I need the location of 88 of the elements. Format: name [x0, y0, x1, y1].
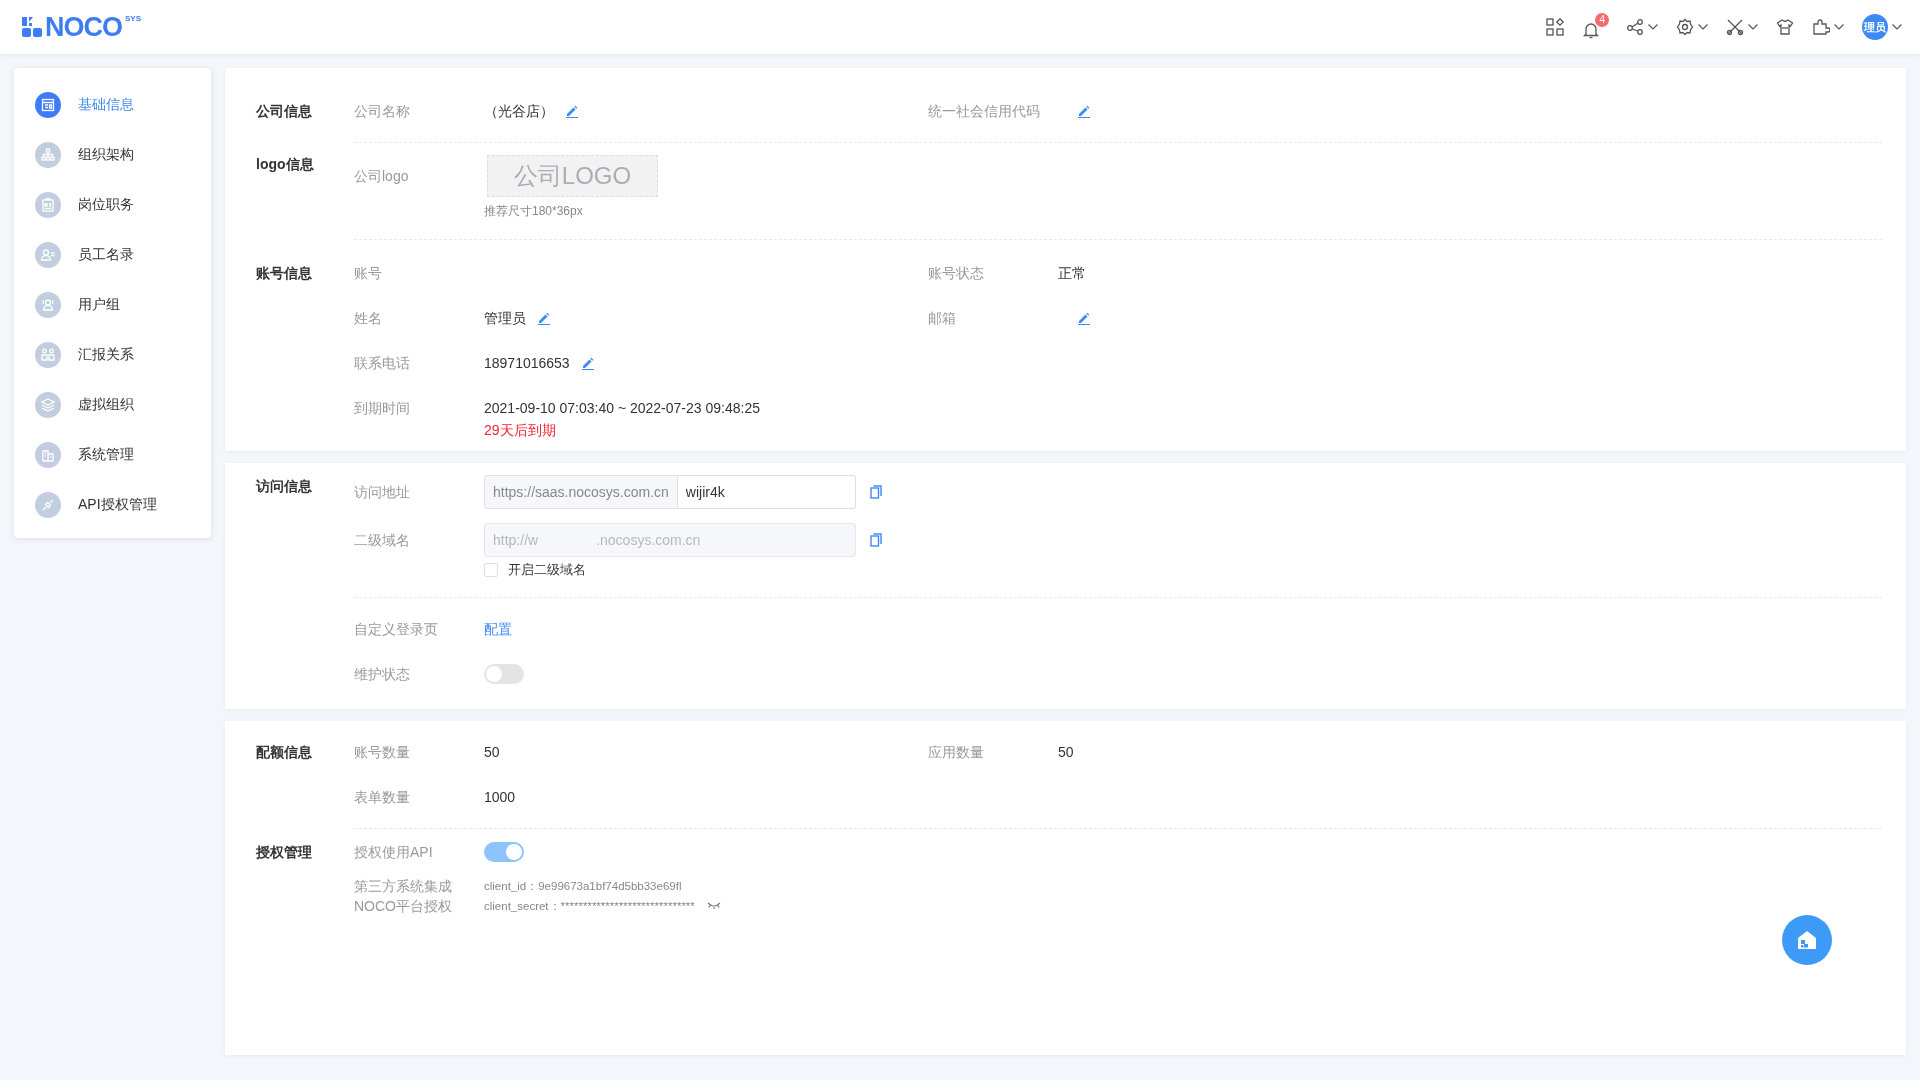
credential-text: client_id：9e99673a1bf74d5bb33e69fl — [484, 879, 682, 894]
logo-superscript: SYS — [125, 13, 141, 23]
logo-icon — [22, 17, 42, 37]
field-label: 公司名称 — [354, 102, 411, 121]
avatar: 理员 — [1862, 14, 1888, 40]
sidebar-item[interactable]: 组织架构 — [14, 130, 211, 180]
field-label: 二级域名 — [354, 531, 411, 550]
chevron-down-icon — [1892, 24, 1902, 30]
field-value: （光谷店） — [484, 102, 554, 121]
field-label: 账号数量 — [354, 743, 411, 762]
toggle-switch[interactable] — [484, 842, 524, 862]
section-title: 账号信息 — [256, 264, 312, 283]
field-value: 50 — [484, 743, 500, 762]
section-title: logo信息 — [256, 155, 314, 174]
copy-icon[interactable] — [870, 533, 882, 547]
edit-icon[interactable] — [566, 104, 578, 118]
settings-icon — [1676, 18, 1694, 36]
logo[interactable]: NOCO — [45, 11, 122, 43]
edit-icon[interactable] — [1078, 311, 1090, 325]
tools-icon — [1726, 18, 1744, 36]
form-icon — [35, 92, 61, 118]
configure-link[interactable]: 配置 — [484, 618, 512, 640]
field-value: 1000 — [484, 788, 516, 807]
layers-icon — [35, 392, 61, 418]
sidebar-item[interactable]: 基础信息 — [14, 80, 211, 130]
expiry-warning: 29天后到期 — [484, 421, 557, 440]
field-label: 应用数量 — [928, 743, 985, 762]
field-label: 访问地址 — [354, 483, 411, 502]
url-prefix: https://saas.nocosys.com.cn — [484, 475, 678, 509]
field-value: 正常 — [1058, 264, 1086, 283]
sidebar-item[interactable]: 员工名录 — [14, 230, 211, 280]
sidebar-item[interactable]: 用户组 — [14, 280, 211, 330]
sidebar-item[interactable]: 虚拟组织 — [14, 380, 211, 430]
field-label: 邮箱 — [928, 309, 957, 328]
toggle-switch[interactable] — [484, 664, 524, 684]
people-pair-icon — [35, 342, 61, 368]
chevron-down-icon — [1648, 24, 1658, 30]
sidebar-item[interactable]: 汇报关系 — [14, 330, 211, 380]
apps-icon — [1546, 18, 1564, 36]
notification-icon — [1582, 21, 1600, 39]
chevron-down-icon — [1748, 24, 1758, 30]
field-value: 18971016653 — [484, 354, 570, 373]
plug-icon — [35, 492, 61, 518]
edit-icon[interactable] — [581, 356, 594, 370]
puzzle-icon — [1812, 18, 1830, 36]
section-title: 访问信息 — [256, 477, 312, 496]
credential-text: client_secret：****************************** — [484, 899, 695, 914]
field-label: 表单数量 — [354, 788, 411, 807]
field-label: 统一社会信用代码 — [928, 102, 1041, 121]
field-label: 维护状态 — [354, 665, 411, 684]
field-label: 到期时间 — [354, 399, 411, 418]
shirt-icon — [1776, 18, 1794, 36]
edit-icon[interactable] — [1078, 104, 1090, 118]
field-value: 管理员 — [484, 309, 526, 328]
chevron-down-icon — [1834, 24, 1844, 30]
field-value: 2021-09-10 07:03:40 ~ 2022-07-23 09:48:25 — [484, 399, 760, 418]
share-icon — [1626, 18, 1644, 36]
people-icon — [35, 292, 61, 318]
field-label: 账号状态 — [928, 264, 985, 283]
field-label: NOCO平台授权 — [354, 897, 453, 916]
eye-closed-icon[interactable] — [706, 902, 721, 910]
section-title: 配额信息 — [256, 743, 312, 762]
building-icon — [35, 442, 61, 468]
org-chart-icon — [35, 142, 61, 168]
home-button[interactable] — [1782, 915, 1832, 965]
notification-badge: 4 — [1595, 13, 1609, 27]
edit-icon[interactable] — [538, 311, 550, 325]
id-card-icon — [35, 192, 61, 218]
sidebar-item[interactable]: 系统管理 — [14, 430, 211, 480]
field-label: 授权使用API — [354, 843, 434, 862]
home-icon — [1795, 928, 1819, 952]
chevron-down-icon — [1698, 24, 1708, 30]
field-label: 姓名 — [354, 309, 383, 328]
field-label: 账号 — [354, 264, 383, 283]
section-title: 授权管理 — [256, 843, 312, 862]
section-title: 公司信息 — [256, 102, 312, 121]
field-label: 第三方系统集成 — [354, 877, 453, 896]
enable-subdomain-checkbox[interactable]: 开启二级域名 — [484, 561, 882, 579]
field-label: 自定义登录页 — [354, 620, 439, 639]
copy-icon[interactable] — [869, 485, 882, 499]
field-label: 联系电话 — [354, 354, 411, 373]
sidebar-item[interactable]: API授权管理 — [14, 480, 211, 530]
field-label: 公司logo — [354, 167, 410, 186]
size-hint: 推荐尺寸180*36px — [484, 203, 584, 219]
contact-card-icon — [35, 242, 61, 268]
field-value: 50 — [1058, 743, 1074, 762]
url-input[interactable]: wijir4k — [677, 475, 856, 509]
sidebar-item[interactable]: 岗位职务 — [14, 180, 211, 230]
